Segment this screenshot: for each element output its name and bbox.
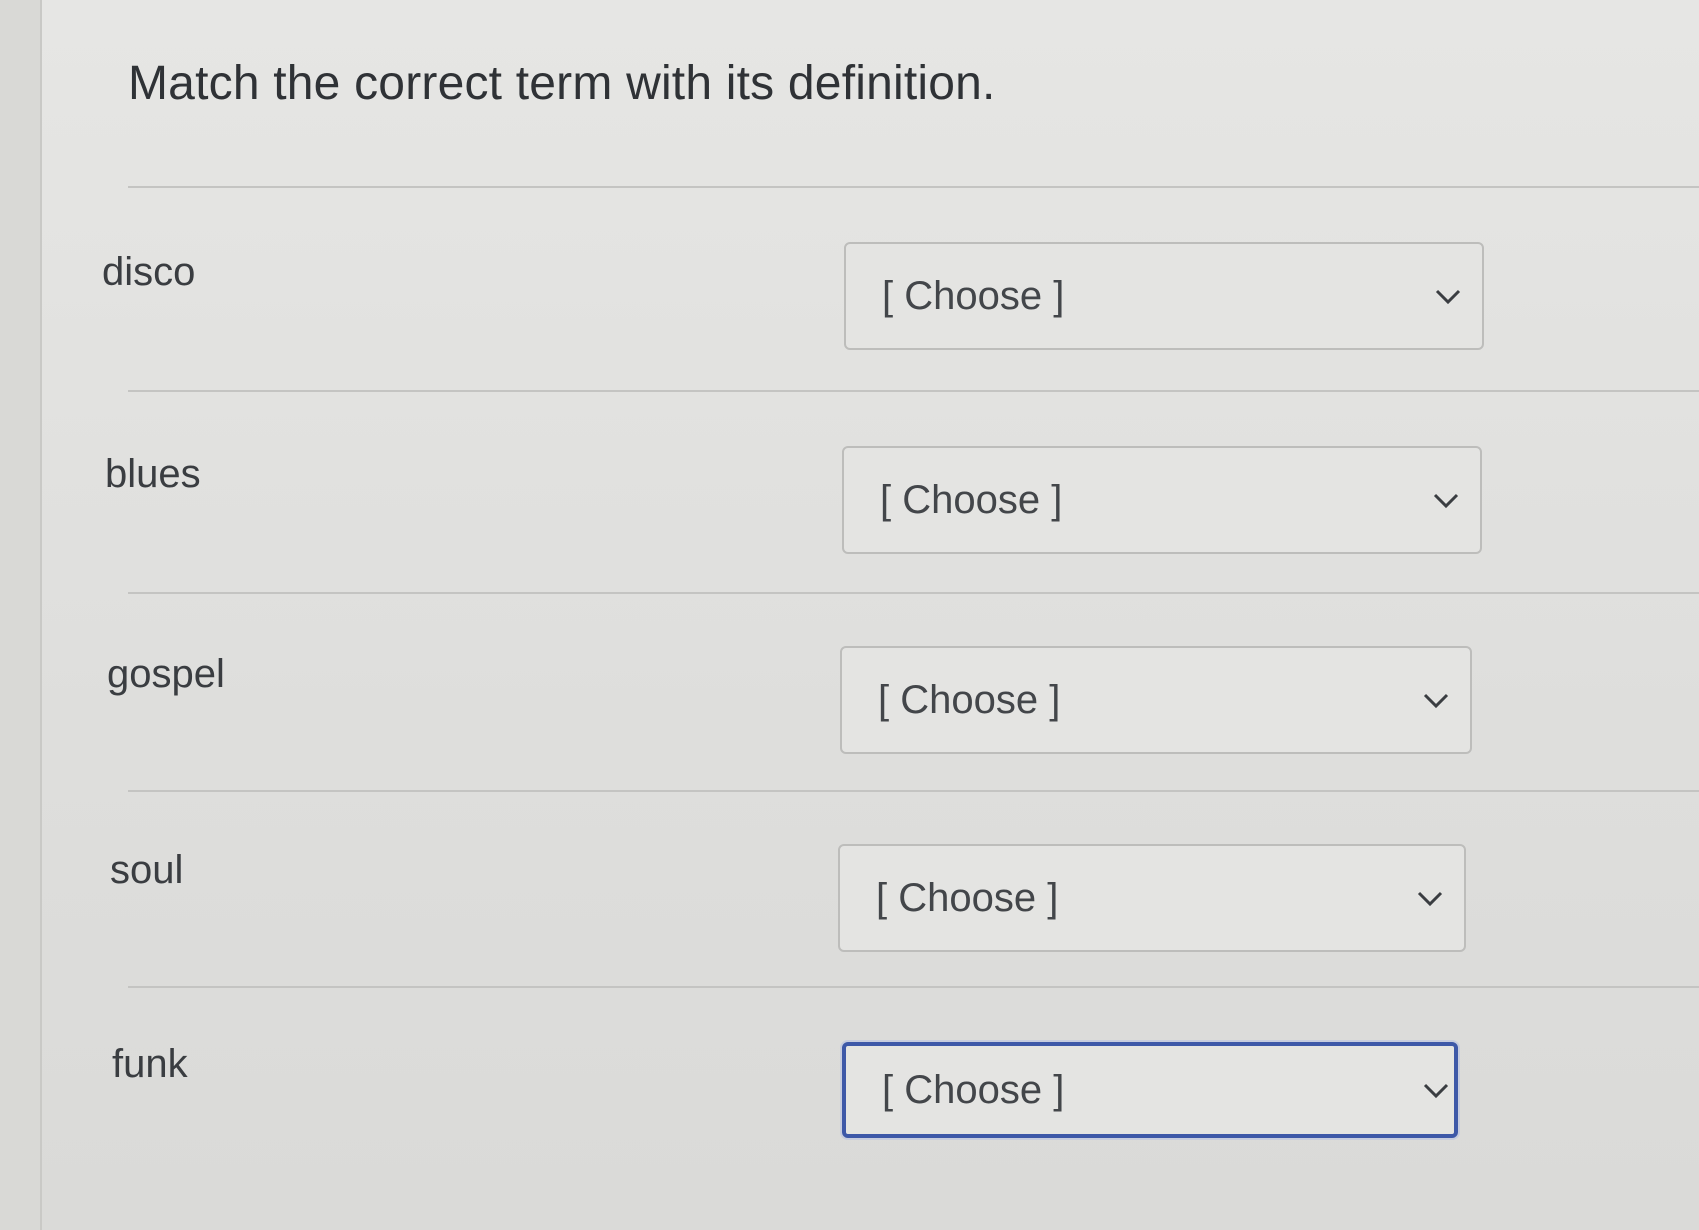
quiz-page: Match the correct term with its definiti… [40, 0, 1699, 1230]
definition-select-soul[interactable]: [ Choose ] [838, 844, 1466, 952]
divider [128, 790, 1699, 792]
divider [128, 186, 1699, 188]
select-value: [ Choose ] [882, 1067, 1065, 1112]
divider [128, 592, 1699, 594]
term-label-gospel: gospel [107, 652, 225, 696]
chevron-down-icon [1433, 493, 1459, 509]
term-label-soul: soul [110, 848, 184, 892]
term-label-funk: funk [112, 1042, 188, 1086]
select-value: [ Choose ] [876, 875, 1059, 920]
term-label-blues: blues [105, 452, 201, 496]
divider [128, 390, 1699, 392]
chevron-down-icon [1423, 693, 1449, 709]
select-value: [ Choose ] [882, 273, 1065, 318]
divider [128, 986, 1699, 988]
definition-select-funk[interactable]: [ Choose ] [842, 1042, 1458, 1138]
chevron-down-icon [1417, 891, 1443, 907]
chevron-down-icon [1423, 1083, 1449, 1099]
definition-select-blues[interactable]: [ Choose ] [842, 446, 1482, 554]
term-label-disco: disco [102, 250, 196, 294]
question-title: Match the correct term with its definiti… [128, 57, 996, 110]
select-value: [ Choose ] [878, 677, 1061, 722]
definition-select-gospel[interactable]: [ Choose ] [840, 646, 1472, 754]
select-value: [ Choose ] [880, 477, 1063, 522]
definition-select-disco[interactable]: [ Choose ] [844, 242, 1484, 350]
chevron-down-icon [1435, 289, 1461, 305]
